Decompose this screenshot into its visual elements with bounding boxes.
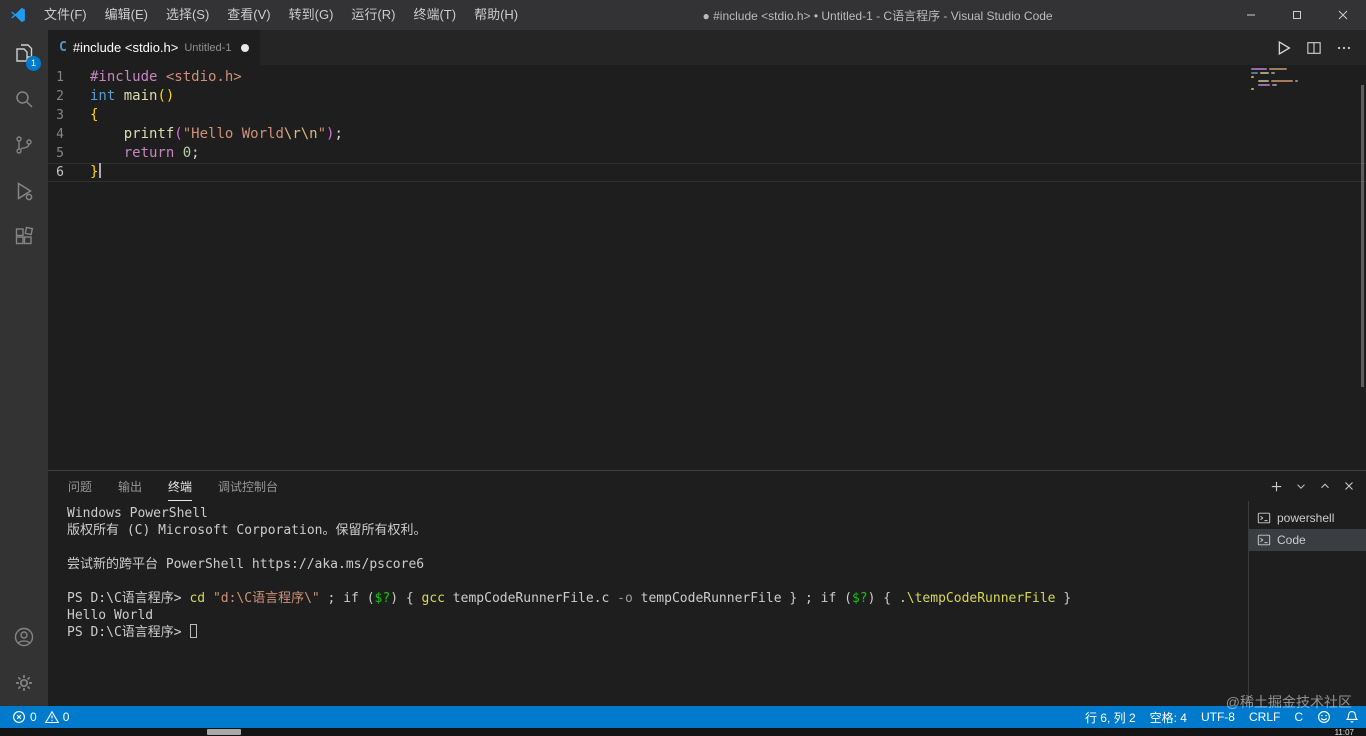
terminal-line: PS D:\C语言程序> cd "d:\C语言程序\" ; if ($?) { …	[67, 591, 1072, 606]
code-text: printf("Hello World\r\n");	[123, 126, 343, 142]
code-line[interactable]: 5 return 0;	[48, 144, 1366, 163]
terminal-item-label: powershell	[1277, 511, 1335, 525]
code-area: 1 #include <stdio.h> 2 int main() 3{4 printf…	[48, 68, 1366, 182]
code-line[interactable]: 2 int main()	[48, 87, 1366, 106]
terminal-line: 尝试新的跨平台 PowerShell https://aka.ms/pscore…	[67, 557, 425, 572]
close-panel-icon[interactable]	[1342, 479, 1356, 493]
line-number: 4	[56, 127, 64, 142]
panel-actions	[1269, 479, 1356, 494]
terminal-output[interactable]: Windows PowerShell 版权所有 (C) Microsoft Cor…	[48, 501, 1248, 706]
close-button[interactable]	[1320, 0, 1366, 30]
tab-problems[interactable]: 问题	[68, 472, 92, 501]
editor-actions	[1273, 30, 1366, 65]
terminal-item-label: Code	[1277, 533, 1306, 547]
terminal-line: Windows PowerShell	[67, 506, 208, 521]
editor-scrollbar[interactable]	[1361, 85, 1364, 387]
accounts-icon[interactable]	[0, 614, 48, 660]
warning-count: 0	[62, 710, 70, 724]
editor-tab-bar: C #include <stdio.h> Untitled-1	[48, 30, 1366, 65]
warning-icon	[44, 710, 59, 724]
code-line[interactable]: 6}	[48, 163, 1366, 182]
code-text: {	[90, 107, 99, 123]
code-text: int main()	[90, 88, 175, 104]
watermark-text: @稀土掘金技术社区	[1225, 694, 1352, 710]
menu-terminal[interactable]: 终端(T)	[404, 0, 465, 30]
terminal-list: powershell Code	[1248, 501, 1366, 706]
search-icon[interactable]	[0, 76, 48, 122]
code-text: }	[90, 163, 102, 182]
menu-view[interactable]: 查看(V)	[218, 0, 279, 30]
status-bar: 0 0 行 6, 列 2 空格: 4 UTF-8 CRLF C	[0, 706, 1366, 728]
editor-cursor	[99, 163, 102, 178]
activity-bar: 1	[0, 30, 48, 706]
line-number: 5	[56, 146, 64, 161]
code-text: #include <stdio.h>	[90, 69, 242, 85]
terminal-list-item-code[interactable]: Code	[1249, 529, 1366, 551]
menu-help[interactable]: 帮助(H)	[465, 0, 527, 30]
split-editor-icon[interactable]	[1305, 39, 1323, 57]
terminal-dropdown-icon[interactable]	[1294, 479, 1308, 493]
vscode-window: 文件(F) 编辑(E) 选择(S) 查看(V) 转到(G) 运行(R) 终端(T…	[0, 0, 1366, 736]
run-code-button[interactable]	[1273, 38, 1293, 58]
menu-file[interactable]: 文件(F)	[35, 0, 96, 30]
tab-output[interactable]: 输出	[118, 472, 142, 501]
windows-taskbar: 11:07	[0, 728, 1366, 736]
c-file-icon: C	[59, 40, 67, 55]
tab-debug-console[interactable]: 调试控制台	[218, 472, 278, 501]
panel-header: 问题 输出 终端 调试控制台	[48, 471, 1366, 501]
taskbar-clock[interactable]: 11:07	[1335, 728, 1354, 736]
code-line[interactable]: 3{	[48, 106, 1366, 125]
line-number: 3	[56, 108, 64, 123]
terminal-list-item-powershell[interactable]: powershell	[1249, 507, 1366, 529]
minimize-button[interactable]	[1228, 0, 1274, 30]
window-title: ● #include <stdio.h> • Untitled-1 - C语言程…	[702, 8, 1053, 23]
line-number: 2	[56, 89, 64, 104]
extensions-icon[interactable]	[0, 214, 48, 260]
menu-edit[interactable]: 编辑(E)	[96, 0, 157, 30]
settings-gear-icon[interactable]	[0, 660, 48, 706]
tab-terminal[interactable]: 终端	[168, 472, 193, 501]
window-controls	[1228, 0, 1366, 30]
problems-status[interactable]: 0 0	[5, 706, 76, 728]
panel-tabs: 问题 输出 终端 调试控制台	[68, 472, 278, 501]
editor-tab[interactable]: C #include <stdio.h> Untitled-1	[48, 30, 262, 65]
maximize-panel-icon[interactable]	[1318, 479, 1332, 493]
error-count: 0	[30, 710, 37, 724]
menu-go[interactable]: 转到(G)	[280, 0, 343, 30]
error-icon	[13, 711, 25, 723]
line-number: 1	[56, 70, 64, 85]
source-control-icon[interactable]	[0, 122, 48, 168]
bottom-panel: 问题 输出 终端 调试控制台 Windows PowerShell 版权所有 (…	[48, 470, 1366, 706]
menu-run[interactable]: 运行(R)	[342, 0, 404, 30]
code-line[interactable]: 1 #include <stdio.h>	[48, 68, 1366, 87]
terminal-line: PS D:\C语言程序>	[67, 624, 1248, 641]
modified-dot[interactable]	[241, 43, 250, 52]
taskbar-app-button[interactable]	[207, 729, 241, 735]
run-debug-icon[interactable]	[0, 168, 48, 214]
indentation[interactable]: 空格: 4	[1143, 706, 1194, 728]
minimap[interactable]	[1251, 68, 1353, 92]
tab-label: #include <stdio.h>	[72, 40, 179, 55]
maximize-button[interactable]	[1274, 0, 1320, 30]
code-line[interactable]: 4 printf("Hello World\r\n");	[48, 125, 1366, 144]
terminal-cursor	[190, 624, 198, 638]
title-bar: 文件(F) 编辑(E) 选择(S) 查看(V) 转到(G) 运行(R) 终端(T…	[0, 0, 1366, 30]
explorer-badge: 1	[26, 56, 41, 71]
vscode-logo-icon	[9, 6, 27, 24]
menu-selection[interactable]: 选择(S)	[157, 0, 218, 30]
line-number: 6	[56, 165, 64, 180]
terminal-line: 版权所有 (C) Microsoft Corporation。保留所有权利。	[67, 523, 427, 538]
cursor-position[interactable]: 行 6, 列 2	[1078, 706, 1143, 728]
code-editor[interactable]: 1 #include <stdio.h> 2 int main() 3{4 printf…	[48, 65, 1366, 470]
menu-bar: 文件(F) 编辑(E) 选择(S) 查看(V) 转到(G) 运行(R) 终端(T…	[35, 0, 527, 30]
more-actions-icon[interactable]	[1335, 39, 1353, 57]
explorer-icon[interactable]: 1	[0, 30, 48, 76]
code-text: return 0;	[123, 145, 200, 161]
tab-description: Untitled-1	[184, 42, 232, 54]
new-terminal-icon[interactable]	[1269, 479, 1284, 494]
terminal-line: Hello World	[67, 608, 154, 623]
